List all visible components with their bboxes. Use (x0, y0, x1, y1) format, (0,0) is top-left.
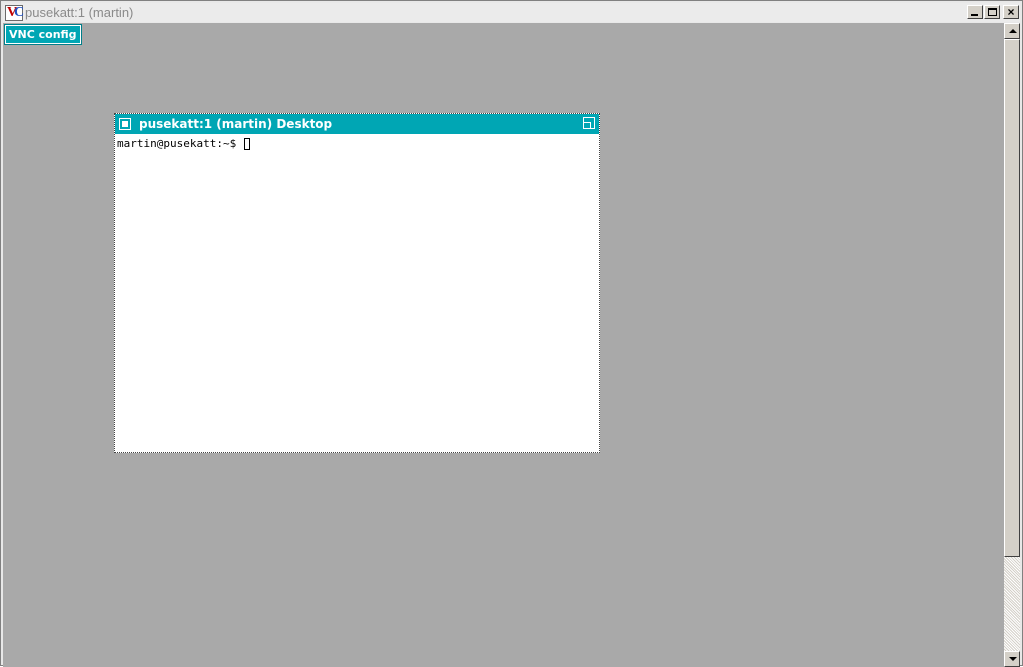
scroll-down-button[interactable] (1004, 651, 1020, 667)
vertical-scrollbar[interactable] (1004, 23, 1020, 667)
minimize-icon (971, 14, 978, 16)
vnc-app-icon[interactable]: V C (5, 4, 25, 21)
vnc-config-button[interactable]: VNC config (4, 24, 82, 45)
arrow-down-icon (1009, 657, 1017, 661)
remote-desktop[interactable]: VNC config pusekatt:1 (martin) Desktop m… (3, 23, 1004, 667)
window-menu-icon[interactable] (119, 118, 131, 130)
xterm-title: pusekatt:1 (martin) Desktop (139, 117, 333, 131)
xterm-titlebar[interactable]: pusekatt:1 (martin) Desktop (115, 114, 599, 134)
arrow-up-icon (1009, 29, 1017, 33)
terminal-area[interactable]: martin@pusekatt:~$ (115, 135, 599, 452)
terminal-prompt-line: martin@pusekatt:~$ (117, 137, 250, 150)
window-title: pusekatt:1 (martin) (25, 5, 134, 20)
scroll-up-button[interactable] (1004, 23, 1020, 39)
minimize-button[interactable] (967, 5, 983, 19)
text-cursor (243, 137, 250, 150)
shell-prompt: martin@pusekatt:~$ (117, 137, 243, 150)
window-titlebar[interactable]: V C pusekatt:1 (martin) × (3, 3, 1020, 22)
resize-icon[interactable] (583, 117, 595, 129)
maximize-button[interactable] (984, 5, 1000, 19)
xterm-window[interactable]: pusekatt:1 (martin) Desktop martin@pusek… (114, 113, 600, 453)
vnc-icon-letter-c: C (14, 4, 25, 20)
close-icon: × (1007, 5, 1015, 19)
scrollbar-thumb[interactable] (1004, 39, 1020, 557)
close-button[interactable]: × (1003, 5, 1019, 19)
scrollbar-track[interactable] (1004, 557, 1020, 651)
vncviewer-window: V C pusekatt:1 (martin) × VNC config pus… (0, 0, 1023, 667)
window-controls: × (967, 5, 1019, 19)
maximize-icon (988, 8, 997, 16)
